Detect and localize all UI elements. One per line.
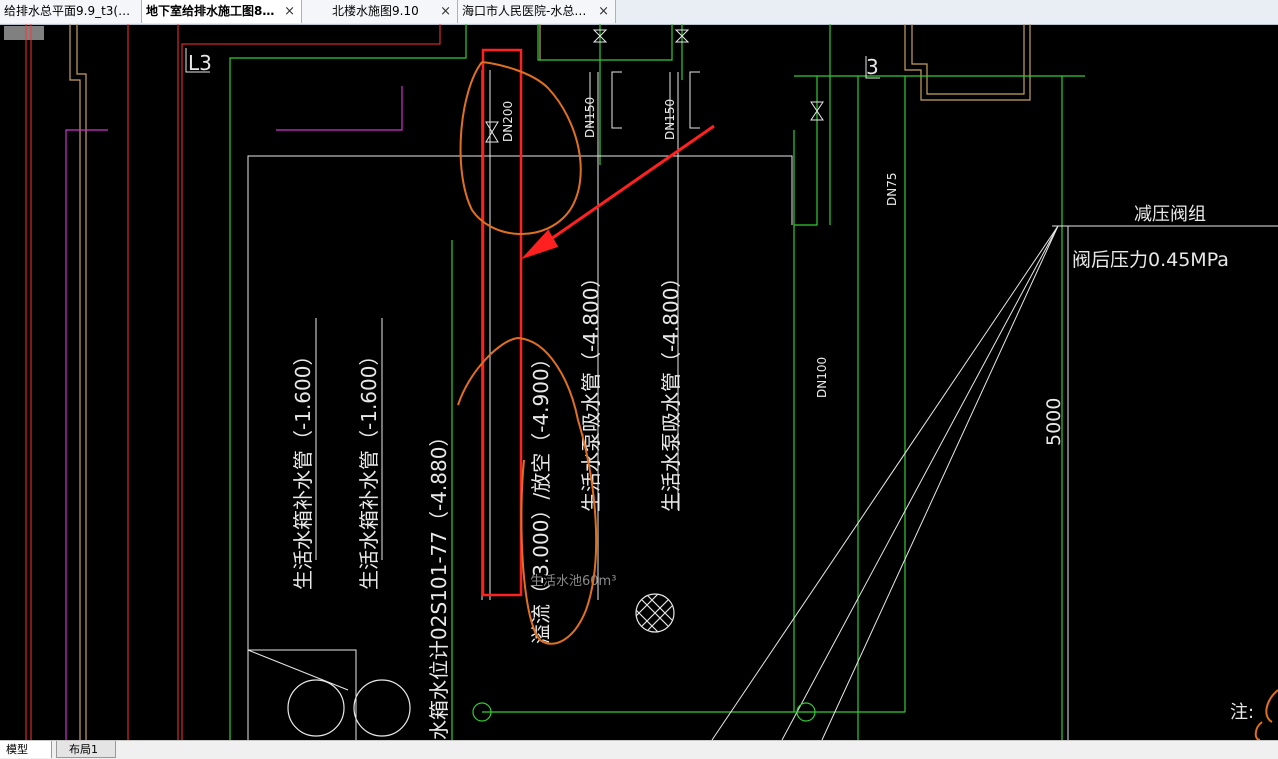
magenta-linework xyxy=(65,86,403,740)
refill-pipe-label-2: 生活水箱补水管（-1.600） xyxy=(357,346,381,590)
review-arrow-icon xyxy=(520,124,715,260)
tab-layout1[interactable]: 布局1 xyxy=(56,741,116,758)
pump-suction-label-2: 生活水泵吸水管（-4.800） xyxy=(659,268,683,512)
viewport-marker xyxy=(4,26,44,40)
tab-model[interactable]: 模型 xyxy=(0,741,52,758)
tag-l3: L3 xyxy=(188,51,212,75)
dn100-label: DN100 xyxy=(815,357,829,398)
tab-label: 海口市人民医院-水总… xyxy=(462,4,587,18)
dn75-label: DN75 xyxy=(885,173,899,207)
white-linework xyxy=(185,48,1278,740)
drawing-canvas[interactable]: L3 3 DN200 DN150 DN150 DN75 DN100 减压阀组 阀… xyxy=(0,24,1278,740)
close-icon[interactable]: × xyxy=(440,0,451,23)
tab-label: 北楼水施图9.10 xyxy=(332,4,419,18)
valve-symbols xyxy=(485,29,824,143)
document-tab-bar: 给排水总平面9.9_t3(… 地下室给排水施工图8… × 北楼水施图9.10 ×… xyxy=(0,0,1278,25)
close-icon[interactable]: × xyxy=(284,0,295,23)
dn150-label-b: DN150 xyxy=(663,99,677,140)
close-icon[interactable]: × xyxy=(598,0,609,23)
dimension-5000: 5000 xyxy=(1043,398,1065,446)
tag-3: 3 xyxy=(866,55,879,79)
overflow-drain-label: 溢流（-3.000）/放空（-4.900） xyxy=(529,348,553,644)
tab-north-building[interactable]: 北楼水施图9.10 × xyxy=(302,0,458,23)
tab-label: 模型 xyxy=(6,743,28,756)
layout-tab-bar: 模型 布局1 xyxy=(0,740,1278,759)
dn150-label-a: DN150 xyxy=(583,97,597,138)
tab-site-plan[interactable]: 给排水总平面9.9_t3(… xyxy=(0,0,142,23)
tab-label: 地下室给排水施工图8… xyxy=(146,4,275,18)
tab-label: 布局1 xyxy=(69,743,98,756)
tab-label: 给排水总平面9.9_t3(… xyxy=(4,4,131,18)
dn200-label: DN200 xyxy=(501,101,515,142)
note-label: 注: xyxy=(1230,702,1254,723)
tab-haikou-hospital[interactable]: 海口市人民医院-水总… × xyxy=(458,0,616,23)
post-valve-pressure-label: 阀后压力0.45MPa xyxy=(1072,249,1229,271)
tab-basement-drawing[interactable]: 地下室给排水施工图8… × xyxy=(142,0,302,23)
pool-label: 生活水池60m³ xyxy=(530,574,616,589)
refill-pipe-label-1: 生活水箱补水管（-1.600） xyxy=(291,346,315,590)
equipment-circles xyxy=(287,593,675,737)
reducer-group-label: 减压阀组 xyxy=(1134,204,1206,225)
level-gauge-label: 水箱水位计02S101-77（-4.880） xyxy=(427,427,451,740)
